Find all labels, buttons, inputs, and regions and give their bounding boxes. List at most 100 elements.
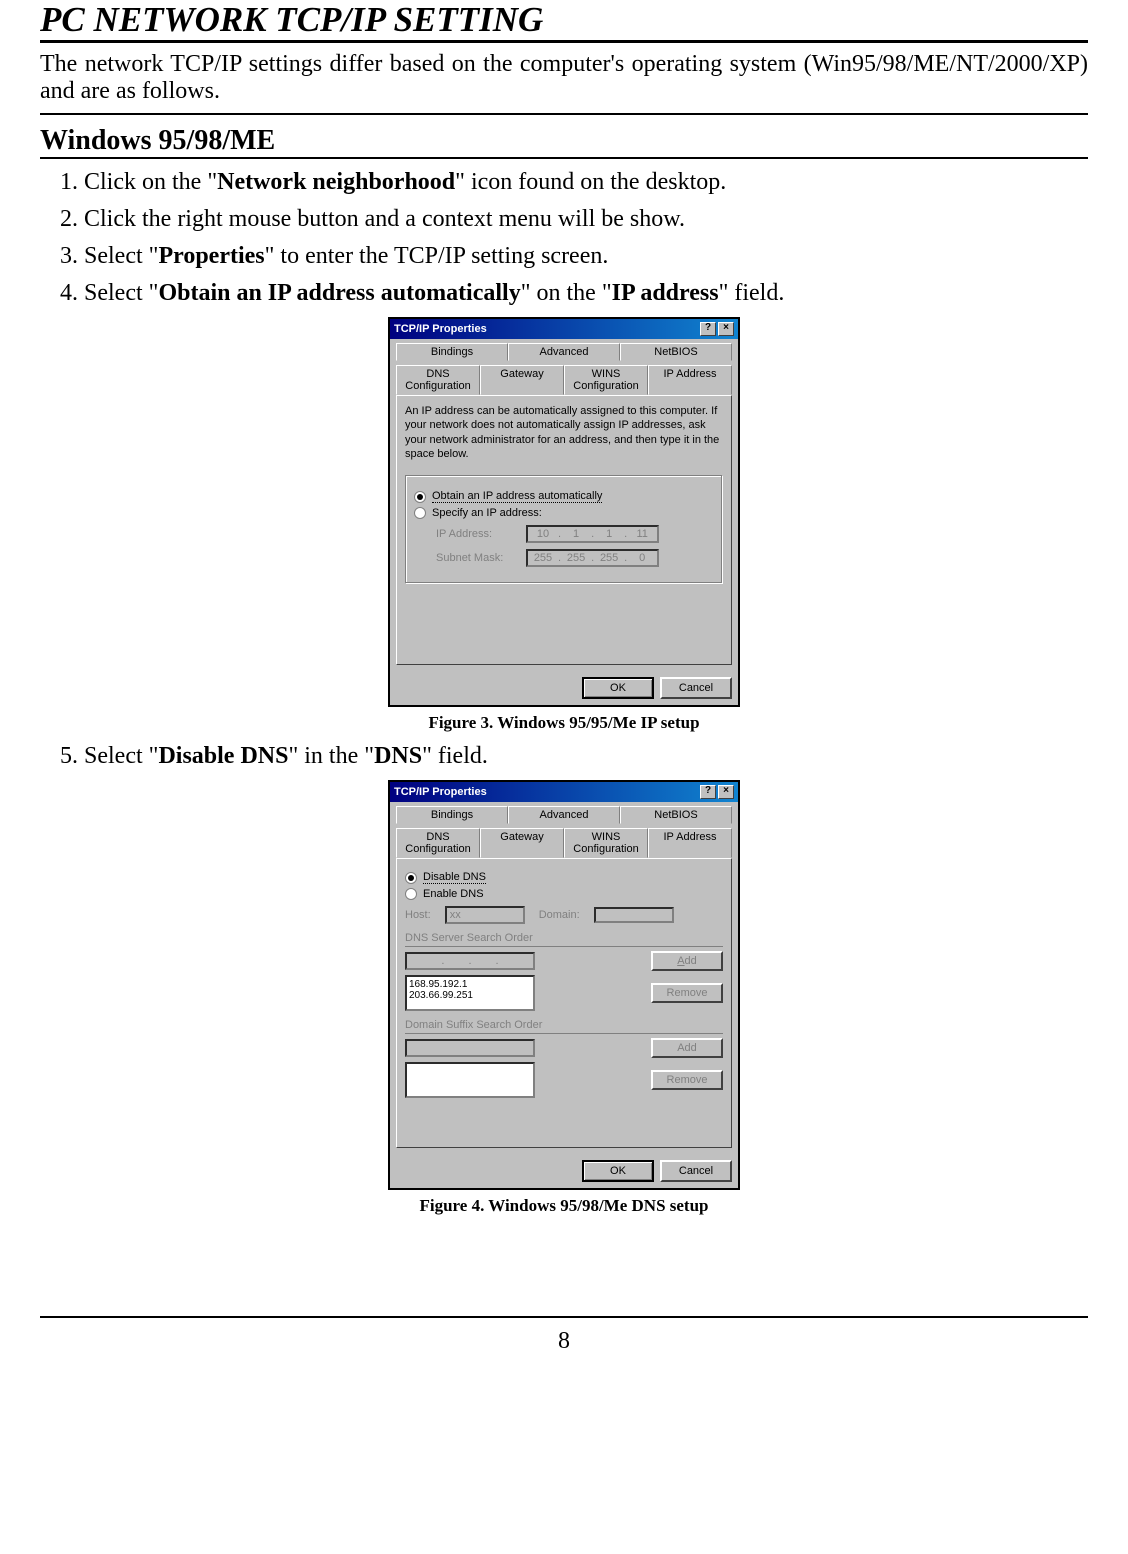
dialog-titlebar: TCP/IP Properties ? × xyxy=(390,319,738,339)
close-icon[interactable]: × xyxy=(718,322,734,336)
section-subtitle: Windows 95/98/ME xyxy=(40,125,1088,159)
remove-button[interactable]: Remove xyxy=(651,983,723,1003)
panel-description: An IP address can be automatically assig… xyxy=(405,404,723,461)
ip-segment: 11 xyxy=(629,528,655,540)
ip-segment: 0 xyxy=(629,552,655,564)
step-text: " icon found on the desktop. xyxy=(455,169,726,195)
dialog-titlebar: TCP/IP Properties ? × xyxy=(390,782,738,802)
tab-netbios[interactable]: NetBIOS xyxy=(620,343,732,361)
suffix-input[interactable] xyxy=(405,1039,535,1057)
tabs-row-top: Bindings Advanced NetBIOS xyxy=(396,343,732,361)
add-button[interactable]: Add xyxy=(651,1038,723,1058)
radio-specify-ip[interactable]: Specify an IP address: xyxy=(414,507,714,519)
tab-dns-config[interactable]: DNS Configuration xyxy=(396,828,480,858)
tab-advanced[interactable]: Advanced xyxy=(508,343,620,361)
tab-gateway[interactable]: Gateway xyxy=(480,365,564,395)
radio-label: Disable DNS xyxy=(423,871,486,884)
ip-segment: 1 xyxy=(563,528,589,540)
tab-dns-config[interactable]: DNS Configuration xyxy=(396,365,480,395)
close-icon[interactable]: × xyxy=(718,785,734,799)
tabs-row-bottom: DNS Configuration Gateway WINS Configura… xyxy=(396,365,732,395)
ip-segment: 255 xyxy=(596,552,622,564)
step-text: " field. xyxy=(719,280,785,306)
step-text: " on the " xyxy=(521,280,612,306)
dialog-title: TCP/IP Properties xyxy=(394,786,487,798)
tcpip-dialog-ip: TCP/IP Properties ? × Bindings Advanced … xyxy=(388,317,740,707)
tab-ip-address[interactable]: IP Address xyxy=(648,828,732,858)
tab-gateway[interactable]: Gateway xyxy=(480,828,564,858)
radio-label: Enable DNS xyxy=(423,888,484,900)
ip-address-input[interactable]: 10. 1. 1. 11 xyxy=(526,525,659,543)
subnet-mask-row: Subnet Mask: 255. 255. 255. 0 xyxy=(436,549,714,567)
list-item: 203.66.99.251 xyxy=(409,990,531,1001)
tab-bindings[interactable]: Bindings xyxy=(396,806,508,824)
tabs-row-top: Bindings Advanced NetBIOS xyxy=(396,806,732,824)
step-text: " in the " xyxy=(288,743,374,769)
domain-input[interactable] xyxy=(594,907,674,923)
suffix-list[interactable] xyxy=(405,1062,535,1098)
list-item: 168.95.192.1 xyxy=(409,979,531,990)
radio-label: Specify an IP address: xyxy=(432,507,542,519)
radio-icon xyxy=(405,888,417,900)
dns-search-order-label: DNS Server Search Order xyxy=(405,932,723,947)
subnet-mask-input[interactable]: 255. 255. 255. 0 xyxy=(526,549,659,567)
cancel-button[interactable]: Cancel xyxy=(660,1160,732,1182)
tab-advanced[interactable]: Advanced xyxy=(508,806,620,824)
suffix-list-row: Remove xyxy=(405,1062,723,1098)
step-bold: IP address xyxy=(612,280,719,306)
step-bold: Properties xyxy=(158,243,264,269)
add-button[interactable]: Add xyxy=(651,951,723,971)
ok-button[interactable]: OK xyxy=(582,1160,654,1182)
figure-4-caption: Figure 4. Windows 95/98/Me DNS setup xyxy=(40,1196,1088,1216)
step-bold: Obtain an IP address automatically xyxy=(158,280,520,306)
ip-segment: 255 xyxy=(530,552,556,564)
step-text: 5. Select " xyxy=(60,743,158,769)
cancel-button[interactable]: Cancel xyxy=(660,677,732,699)
remove-button[interactable]: Remove xyxy=(651,1070,723,1090)
step-text: " field. xyxy=(422,743,488,769)
step-text: 3. Select " xyxy=(60,243,158,269)
ip-segment: 10 xyxy=(530,528,556,540)
dns-input-row: ... Add xyxy=(405,951,723,971)
dns-server-list[interactable]: 168.95.192.1 203.66.99.251 xyxy=(405,975,535,1011)
step-bold: Disable DNS xyxy=(158,743,288,769)
ip-address-row: IP Address: 10. 1. 1. 11 xyxy=(436,525,714,543)
step-3: 3. Select "Properties" to enter the TCP/… xyxy=(60,243,1088,270)
host-domain-row: Host: xx Domain: xyxy=(405,906,723,924)
radio-label: Obtain an IP address automatically xyxy=(432,490,602,503)
dialog-title: TCP/IP Properties xyxy=(394,323,487,335)
domain-label: Domain: xyxy=(539,909,580,921)
figure-3-caption: Figure 3. Windows 95/95/Me IP setup xyxy=(40,713,1088,733)
subnet-mask-label: Subnet Mask: xyxy=(436,552,526,564)
step-text: 4. Select " xyxy=(60,280,158,306)
ip-segment: 1 xyxy=(596,528,622,540)
radio-icon xyxy=(414,507,426,519)
host-input[interactable]: xx xyxy=(445,906,525,924)
tab-netbios[interactable]: NetBIOS xyxy=(620,806,732,824)
step-text: 1. Click on the " xyxy=(60,169,217,195)
radio-disable-dns[interactable]: Disable DNS xyxy=(405,871,723,884)
radio-obtain-auto[interactable]: Obtain an IP address automatically xyxy=(414,490,714,503)
radio-icon xyxy=(405,872,417,884)
help-icon[interactable]: ? xyxy=(700,322,716,336)
dialog-button-row: OK Cancel xyxy=(390,1154,738,1188)
help-icon[interactable]: ? xyxy=(700,785,716,799)
step-1: 1. Click on the "Network neighborhood" i… xyxy=(60,169,1088,196)
tcpip-dialog-dns: TCP/IP Properties ? × Bindings Advanced … xyxy=(388,780,740,1190)
tabs-row-bottom: DNS Configuration Gateway WINS Configura… xyxy=(396,828,732,858)
page-number: 8 xyxy=(40,1316,1088,1365)
tab-ip-address[interactable]: IP Address xyxy=(648,365,732,395)
step-4: 4. Select "Obtain an IP address automati… xyxy=(60,280,1088,307)
radio-enable-dns[interactable]: Enable DNS xyxy=(405,888,723,900)
host-label: Host: xyxy=(405,909,431,921)
dns-ip-input[interactable]: ... xyxy=(405,952,535,970)
domain-suffix-label: Domain Suffix Search Order xyxy=(405,1019,723,1034)
step-text: " to enter the TCP/IP setting screen. xyxy=(265,243,609,269)
ok-button[interactable]: OK xyxy=(582,677,654,699)
tab-wins-config[interactable]: WINS Configuration xyxy=(564,365,648,395)
ip-segment: 255 xyxy=(563,552,589,564)
step-bold: Network neighborhood xyxy=(217,169,455,195)
tab-wins-config[interactable]: WINS Configuration xyxy=(564,828,648,858)
dialog-button-row: OK Cancel xyxy=(390,671,738,705)
tab-bindings[interactable]: Bindings xyxy=(396,343,508,361)
